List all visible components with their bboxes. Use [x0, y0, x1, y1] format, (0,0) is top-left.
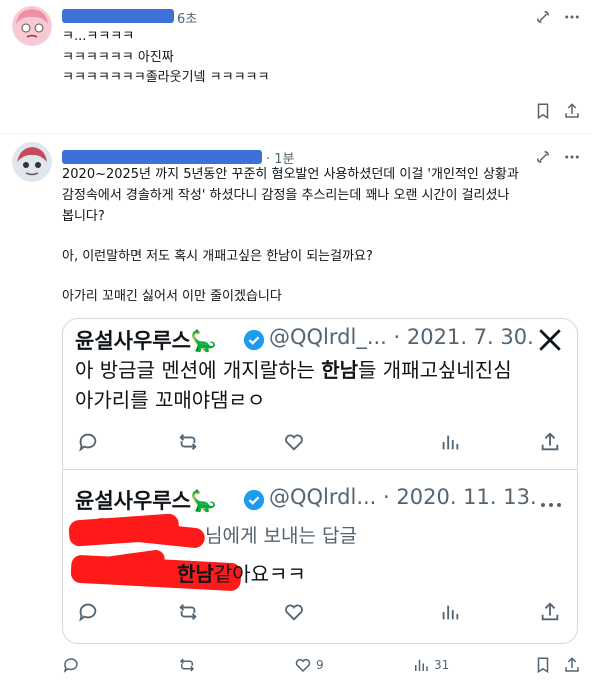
embed-handle-date: @QQlrdl... · 2020. 11. 13.	[269, 485, 537, 509]
avatar[interactable]	[12, 142, 52, 182]
post-time[interactable]: 6초	[177, 8, 197, 27]
embed-author-name: 윤설사우루스🦕	[75, 489, 218, 513]
like-count: 9	[316, 658, 324, 672]
redacted-author-name	[62, 9, 174, 23]
views-icon[interactable]	[412, 656, 430, 674]
embed-handle-date: @QQlrdl_... · 2021. 7. 30.	[269, 325, 534, 349]
post-text-line: ㅋㅋㅋㅋㅋㅋㅋ졸라웃기넼 ㅋㅋㅋㅋㅋ	[62, 70, 270, 85]
embed-author-name: 윤설사우루스🦕	[75, 329, 218, 353]
retweet-icon	[177, 601, 199, 623]
post-text-line: ㅋ...ㅋㅋㅋㅋ	[62, 29, 135, 44]
retweet-icon[interactable]	[178, 656, 196, 674]
avatar[interactable]	[12, 6, 52, 46]
retweet-icon	[177, 431, 199, 453]
views-icon	[439, 601, 461, 623]
post-text-line: ㅋㅋㅋㅋㅋㅋ 아진짜	[62, 50, 174, 65]
embed-text-line: 한남같아요ㅋㅋ	[177, 562, 306, 586]
view-count: 31	[434, 658, 450, 672]
embed-text-line: 님에게 보내는 답글	[205, 525, 357, 547]
reply-icon[interactable]	[62, 656, 80, 674]
post-1[interactable]: 6초 ㅋ...ㅋㅋㅋㅋ ㅋㅋㅋㅋㅋㅋ 아진짜 ㅋㅋㅋㅋㅋㅋㅋ졸라웃기넼 ㅋㅋㅋㅋ…	[0, 0, 592, 130]
verified-badge-icon	[243, 329, 265, 351]
post-text-line: 아, 이런말하면 저도 혹시 개패고싶은 한남이 되는걸까요?	[62, 249, 373, 264]
share-icon[interactable]	[563, 102, 581, 120]
grok-icon[interactable]	[534, 8, 552, 26]
heart-icon	[283, 601, 305, 623]
heart-icon[interactable]	[294, 656, 312, 674]
embed-text-line: 아 방금글 멘션에 개지랄하는 한남들 개패고싶네진심	[75, 358, 512, 382]
more-icon[interactable]	[563, 8, 581, 26]
bookmark-icon[interactable]	[534, 102, 552, 120]
verified-badge-icon	[243, 489, 265, 511]
redacted-author-name	[62, 150, 262, 164]
share-icon[interactable]	[563, 656, 581, 674]
post-text-line: 아가리 꼬매긴 싫어서 이만 줄이겠습니다	[62, 289, 282, 304]
more-icon[interactable]	[563, 148, 581, 166]
embed-divider	[63, 469, 577, 470]
share-icon	[539, 431, 561, 453]
x-logo-icon	[537, 327, 563, 353]
post-text-line: 2020~2025년 까지 5년동안 꾸준히 혐오발언 사용하셨던데 이걸 '개…	[62, 167, 519, 182]
reply-icon	[77, 431, 99, 453]
views-icon	[439, 431, 461, 453]
share-icon	[539, 601, 561, 623]
post-text-line: 봅니다?	[62, 209, 105, 224]
more-icon	[539, 495, 563, 507]
grok-icon[interactable]	[534, 148, 552, 166]
reply-icon	[77, 601, 99, 623]
bookmark-icon[interactable]	[534, 656, 552, 674]
embedded-image[interactable]: 윤설사우루스🦕 @QQlrdl_... · 2021. 7. 30. 아 방금글…	[62, 318, 578, 644]
heart-icon	[283, 431, 305, 453]
embed-text-line: 아가리를 꼬매야댐ㄹㅇ	[75, 388, 266, 412]
post-text-line: 감정속에서 경솔하게 작성' 하셨다니 감정을 추스리는데 꽤나 오랜 시간이 …	[62, 188, 510, 203]
